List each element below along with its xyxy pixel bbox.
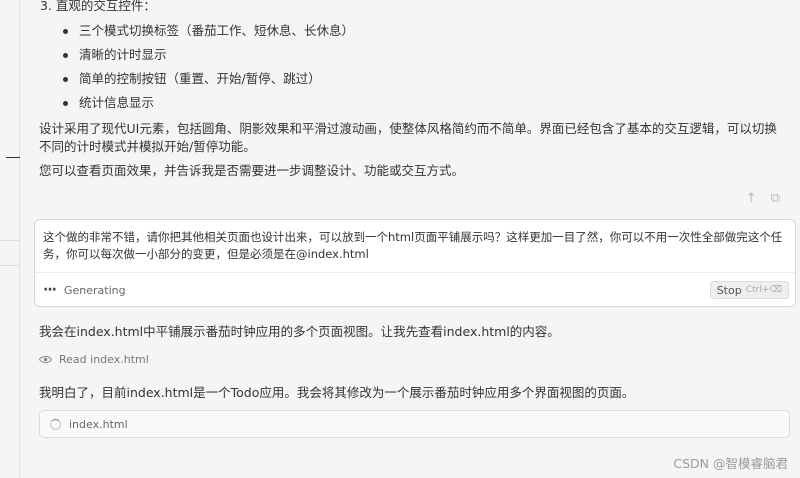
gutter-divider [0,265,20,266]
user-message-text[interactable]: 这个做的非常不错，请你把其他相关页面也设计出来，可以放到一个html页面平铺展示… [43,229,789,263]
generating-label: Generating [63,283,126,297]
divider [35,272,795,273]
list-item: 三个模式切换标签（番茄工作、短休息、长休息） [60,22,354,46]
spinner-icon [50,418,61,430]
chat-input-box[interactable]: 这个做的非常不错，请你把其他相关页面也设计出来，可以放到一个html页面平铺展示… [34,219,796,307]
assistant-reply: 我会在index.html中平铺展示番茄时钟应用的多个页面视图。让我先查看ind… [39,324,560,339]
file-name: index.html [69,417,128,431]
copy-icon[interactable]: ⧉ [771,191,780,206]
list-item: 简单的控制按钮（重置、开始/暂停、跳过） [60,70,354,94]
file-edit-card[interactable]: index.html [39,410,790,438]
stop-label: Stop [716,283,742,297]
list-heading: 3. 直观的交互控件： [40,0,156,13]
eye-icon [39,355,52,364]
assistant-reply: 我明白了，目前index.html是一个Todo应用。我会将其修改为一个展示番茄… [39,385,635,400]
assistant-paragraph: 设计采用了现代UI元素，包括圆角、阴影效果和平滑过渡动画，使整体风格简约而不简单… [39,121,777,154]
watermark: CSDN @智模睿脑君 [673,456,788,471]
arrow-up-icon[interactable]: ↑ [746,191,757,206]
read-file-label: Read index.html [59,353,149,366]
left-gutter [0,0,20,478]
chat-panel: 3. 直观的交互控件： 三个模式切换标签（番茄工作、短休息、长休息） 清晰的计时… [20,0,800,478]
tool-read-file[interactable]: Read index.html [39,353,149,366]
list-item: 清晰的计时显示 [60,46,354,70]
gutter-indicator [6,157,20,158]
message-actions: ↑ ⧉ [746,191,780,206]
list-item: 统计信息显示 [60,94,354,118]
assistant-paragraph: 您可以查看页面效果，并告诉我是否需要进一步调整设计、功能或交互方式。 [39,163,465,178]
stop-button[interactable]: Stop Ctrl+⌫ [709,281,789,299]
gutter-divider [0,240,20,241]
generating-status: ··· Generating [43,282,126,298]
stop-shortcut: Ctrl+⌫ [745,285,782,295]
generating-dots-icon: ··· [43,282,57,298]
feature-list: 三个模式切换标签（番茄工作、短休息、长休息） 清晰的计时显示 简单的控制按钮（重… [60,22,354,118]
